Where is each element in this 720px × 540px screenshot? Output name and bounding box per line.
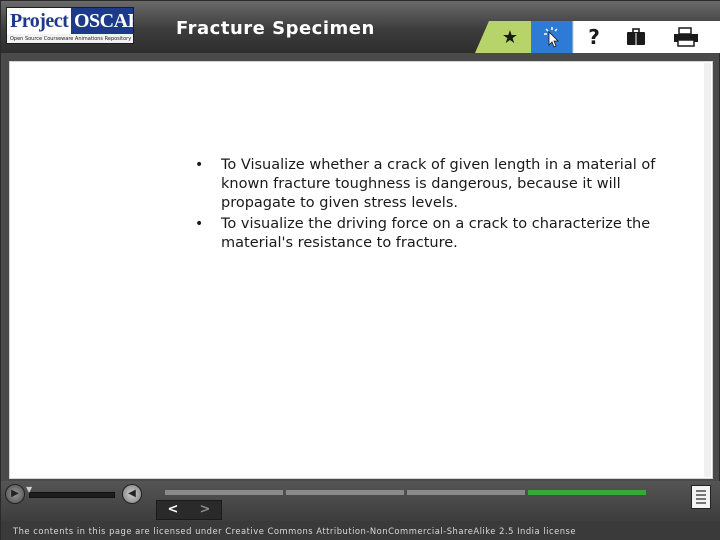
bullet-dot: •: [195, 157, 204, 173]
document-icon: [696, 490, 706, 504]
license-notice: The contents in this page are licensed u…: [1, 521, 720, 540]
previous-button[interactable]: <: [157, 501, 189, 519]
progress-segment-3[interactable]: [407, 490, 525, 495]
objectives-list: • To Visualize whether a crack of given …: [195, 156, 665, 255]
notes-button[interactable]: [691, 485, 711, 509]
project-oscar-logo: Project OSCAR Open Source Courseware Ani…: [6, 7, 134, 44]
logo-oscar-text: OSCAR: [71, 8, 133, 34]
objective-text: To Visualize whether a crack of given le…: [221, 157, 656, 211]
progress-segment-4[interactable]: [528, 490, 646, 495]
help-tab[interactable]: ?: [573, 23, 615, 51]
page-title: Fracture Specimen: [176, 18, 375, 39]
resources-tab[interactable]: [615, 23, 657, 51]
player-controls: ▶ ▼ ◀ < >: [1, 481, 720, 521]
star-icon: ★: [501, 26, 519, 48]
interactivity-tab[interactable]: [531, 23, 573, 51]
toolbar-tabs: ★ ?: [475, 19, 720, 53]
app-frame: Project OSCAR Open Source Courseware Ani…: [0, 0, 720, 540]
content-scrollbar[interactable]: [704, 63, 711, 477]
list-item: • To visualize the driving force on a cr…: [195, 215, 665, 253]
logo-project-text: Project: [7, 8, 71, 34]
favorites-tab[interactable]: ★: [489, 23, 531, 51]
next-button[interactable]: >: [189, 501, 221, 519]
volume-button[interactable]: ◀: [122, 484, 142, 504]
logo-tagline: Open Source Courseware Animations Reposi…: [10, 36, 132, 42]
slide-navigation: < >: [156, 500, 222, 520]
list-item: • To Visualize whether a crack of given …: [195, 156, 665, 213]
seek-bar[interactable]: ▼: [26, 485, 115, 498]
seek-handle[interactable]: ▼: [26, 485, 32, 494]
play-icon: ▶: [11, 488, 19, 499]
content-panel: • To Visualize whether a crack of given …: [9, 61, 713, 479]
print-tab[interactable]: [661, 23, 711, 51]
bullet-dot: •: [195, 216, 204, 232]
progress-segment-1[interactable]: [165, 490, 283, 495]
cursor-click-icon: [544, 27, 559, 48]
play-button[interactable]: ▶: [5, 484, 25, 504]
printer-icon: [674, 27, 698, 47]
header-bar: Project OSCAR Open Source Courseware Ani…: [1, 1, 720, 53]
objective-text: To visualize the driving force on a crac…: [221, 216, 651, 251]
help-icon: ?: [588, 25, 600, 49]
progress-segment-2[interactable]: [286, 490, 404, 495]
speaker-icon: ◀: [128, 488, 136, 499]
briefcase-icon: [627, 28, 645, 45]
